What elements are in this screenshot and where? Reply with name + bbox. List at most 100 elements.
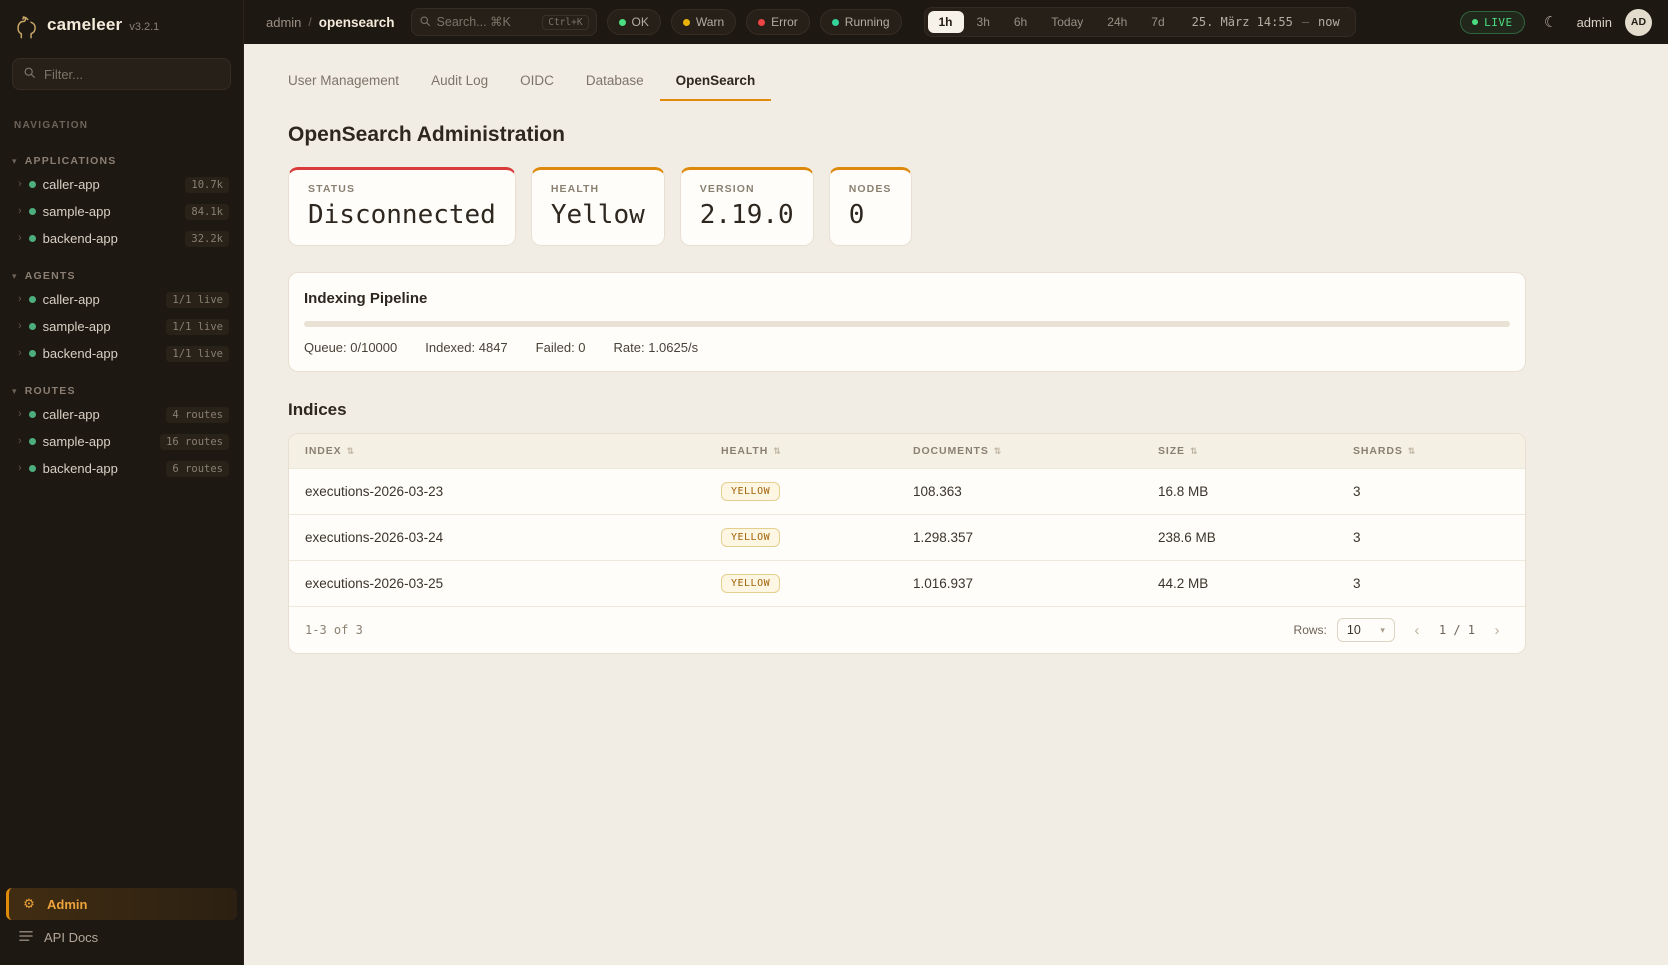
tab-database[interactable]: Database (570, 64, 660, 101)
global-search[interactable]: Ctrl+K (411, 8, 597, 36)
search-icon (419, 15, 431, 30)
date-range-end: now (1318, 15, 1340, 29)
status-dot (29, 181, 36, 188)
health-badge: YELLOW (721, 482, 780, 501)
time-range-6h[interactable]: 6h (1003, 11, 1038, 33)
nav-heading: NAVIGATION (0, 120, 243, 131)
chip-label: Warn (696, 15, 724, 29)
section-header-agents[interactable]: ▾ AGENTS (0, 266, 243, 286)
cell-shards: 3 (1353, 530, 1509, 545)
sidebar-item-application-caller-app[interactable]: › caller-app 10.7k (0, 171, 243, 198)
filter-chip-ok[interactable]: OK (607, 9, 661, 35)
item-label: backend-app (43, 231, 118, 246)
item-badge: 10.7k (185, 177, 229, 193)
time-range-1h[interactable]: 1h (928, 11, 964, 33)
nav-section-applications: ▾ APPLICATIONS › caller-app 10.7k › samp… (0, 151, 243, 252)
live-label: LIVE (1484, 16, 1513, 29)
tab-opensearch[interactable]: OpenSearch (660, 64, 772, 101)
stat-card-health: HEALTH Yellow (531, 167, 665, 246)
pipeline-stat-failed: Failed: 0 (536, 340, 586, 355)
tab-oidc[interactable]: OIDC (504, 64, 570, 101)
cell-shards: 3 (1353, 484, 1509, 499)
chevron-left-icon: ‹ (1414, 622, 1419, 639)
time-range-today[interactable]: Today (1040, 11, 1094, 33)
filter-input[interactable] (44, 67, 220, 82)
column-header-shards[interactable]: SHARDS⇅ (1353, 434, 1509, 468)
item-badge: 16 routes (160, 434, 229, 450)
column-header-size[interactable]: SIZE⇅ (1158, 434, 1353, 468)
page-indicator: 1 / 1 (1439, 623, 1475, 637)
dark-mode-toggle[interactable]: ☾ (1538, 9, 1564, 35)
item-badge: 4 routes (166, 407, 229, 423)
chevron-right-icon: › (18, 409, 22, 420)
prev-page-button[interactable]: ‹ (1405, 618, 1429, 642)
chevron-right-icon: › (18, 233, 22, 244)
status-dot (683, 19, 690, 26)
breadcrumb: admin / opensearch (266, 15, 395, 30)
status-dot (29, 208, 36, 215)
tab-user-management[interactable]: User Management (272, 64, 415, 101)
health-badge: YELLOW (721, 528, 780, 547)
sidebar-item-route-sample-app[interactable]: › sample-app 16 routes (0, 428, 243, 455)
chevron-right-icon: › (18, 436, 22, 447)
stat-value: 0 (849, 200, 892, 230)
next-page-button[interactable]: › (1485, 618, 1509, 642)
search-icon (23, 66, 36, 82)
date-range-start: 25. März 14:55 (1192, 15, 1293, 29)
indices-title: Indices (288, 400, 1624, 420)
opensearch-page: OpenSearch Administration STATUS Disconn… (244, 123, 1668, 694)
row-range-label: 1-3 of 3 (305, 623, 363, 637)
sidebar-filter[interactable] (12, 58, 231, 90)
breadcrumb-separator: / (308, 15, 311, 29)
filter-chip-warn[interactable]: Warn (671, 9, 736, 35)
breadcrumb-opensearch[interactable]: opensearch (319, 15, 395, 30)
rows-per-page-select[interactable]: 10 ▾ (1337, 618, 1395, 642)
search-input[interactable] (437, 15, 537, 29)
time-range-7d[interactable]: 7d (1140, 11, 1175, 33)
avatar[interactable]: AD (1625, 9, 1652, 36)
stats-row: STATUS Disconnected HEALTH Yellow VERSIO… (288, 167, 1624, 246)
table-row: executions-2026-03-23 YELLOW 108.363 16.… (289, 468, 1525, 514)
stat-card-version: VERSION 2.19.0 (680, 167, 814, 246)
sidebar-item-agent-backend-app[interactable]: › backend-app 1/1 live (0, 340, 243, 367)
tab-audit-log[interactable]: Audit Log (415, 64, 504, 101)
sidebar-item-route-backend-app[interactable]: › backend-app 6 routes (0, 455, 243, 482)
table-row: executions-2026-03-24 YELLOW 1.298.357 2… (289, 514, 1525, 560)
live-toggle[interactable]: LIVE (1460, 11, 1525, 34)
status-dot (29, 296, 36, 303)
filter-chip-running[interactable]: Running (820, 9, 902, 35)
rows-per-page-label: Rows: (1294, 623, 1327, 637)
column-header-health[interactable]: HEALTH⇅ (721, 434, 913, 468)
time-range-24h[interactable]: 24h (1096, 11, 1138, 33)
chip-label: Error (771, 15, 798, 29)
user-name: admin (1577, 15, 1612, 30)
chevron-down-icon: ▾ (12, 386, 18, 397)
breadcrumb-admin[interactable]: admin (266, 15, 301, 30)
chevron-right-icon: › (18, 294, 22, 305)
stat-label: STATUS (308, 183, 496, 195)
main-area: admin / opensearch Ctrl+K OK Warn Error … (244, 0, 1668, 965)
chevron-right-icon: › (18, 179, 22, 190)
date-range-separator: — (1302, 15, 1309, 29)
stat-card-nodes: NODES 0 (829, 167, 912, 246)
sidebar-item-admin[interactable]: ⚙ Admin (6, 888, 237, 920)
item-label: backend-app (43, 461, 118, 476)
sidebar-item-application-sample-app[interactable]: › sample-app 84.1k (0, 198, 243, 225)
section-header-routes[interactable]: ▾ ROUTES (0, 381, 243, 401)
section-header-applications[interactable]: ▾ APPLICATIONS (0, 151, 243, 171)
sidebar-item-application-backend-app[interactable]: › backend-app 32.2k (0, 225, 243, 252)
sidebar-item-agent-sample-app[interactable]: › sample-app 1/1 live (0, 313, 243, 340)
sidebar-item-route-caller-app[interactable]: › caller-app 4 routes (0, 401, 243, 428)
nav-section-routes: ▾ ROUTES › caller-app 4 routes › sample-… (0, 381, 243, 482)
time-range-3h[interactable]: 3h (966, 11, 1001, 33)
sidebar-item-api-docs[interactable]: API Docs (6, 922, 237, 953)
pipeline-stat-queue: Queue: 0/10000 (304, 340, 397, 355)
filter-chip-error[interactable]: Error (746, 9, 810, 35)
column-header-documents[interactable]: DOCUMENTS⇅ (913, 434, 1158, 468)
footer-item-label: Admin (47, 897, 87, 912)
column-header-index[interactable]: INDEX⇅ (305, 434, 721, 468)
date-range-display[interactable]: 25. März 14:55 — now (1178, 15, 1352, 29)
sidebar-item-agent-caller-app[interactable]: › caller-app 1/1 live (0, 286, 243, 313)
status-dot (832, 19, 839, 26)
page-title: OpenSearch Administration (288, 123, 1624, 147)
